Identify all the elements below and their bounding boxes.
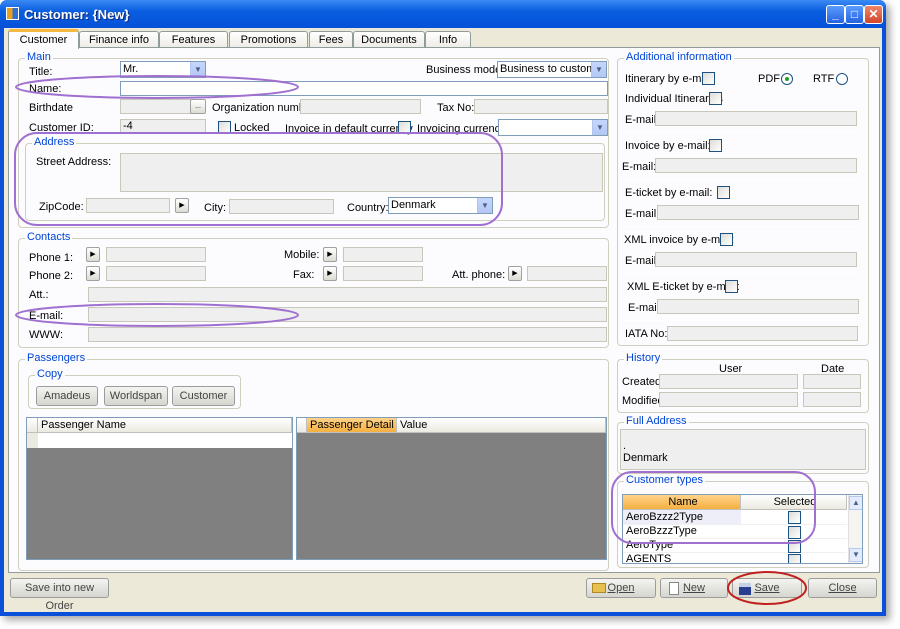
address-annotation — [14, 132, 503, 226]
save-annotation — [727, 571, 807, 605]
annotation-overlay — [14, 75, 816, 605]
name-annotation — [15, 75, 299, 99]
tab-customer[interactable]: Customer — [8, 29, 79, 49]
customer-types-annotation — [611, 471, 816, 544]
email-annotation — [15, 303, 299, 327]
